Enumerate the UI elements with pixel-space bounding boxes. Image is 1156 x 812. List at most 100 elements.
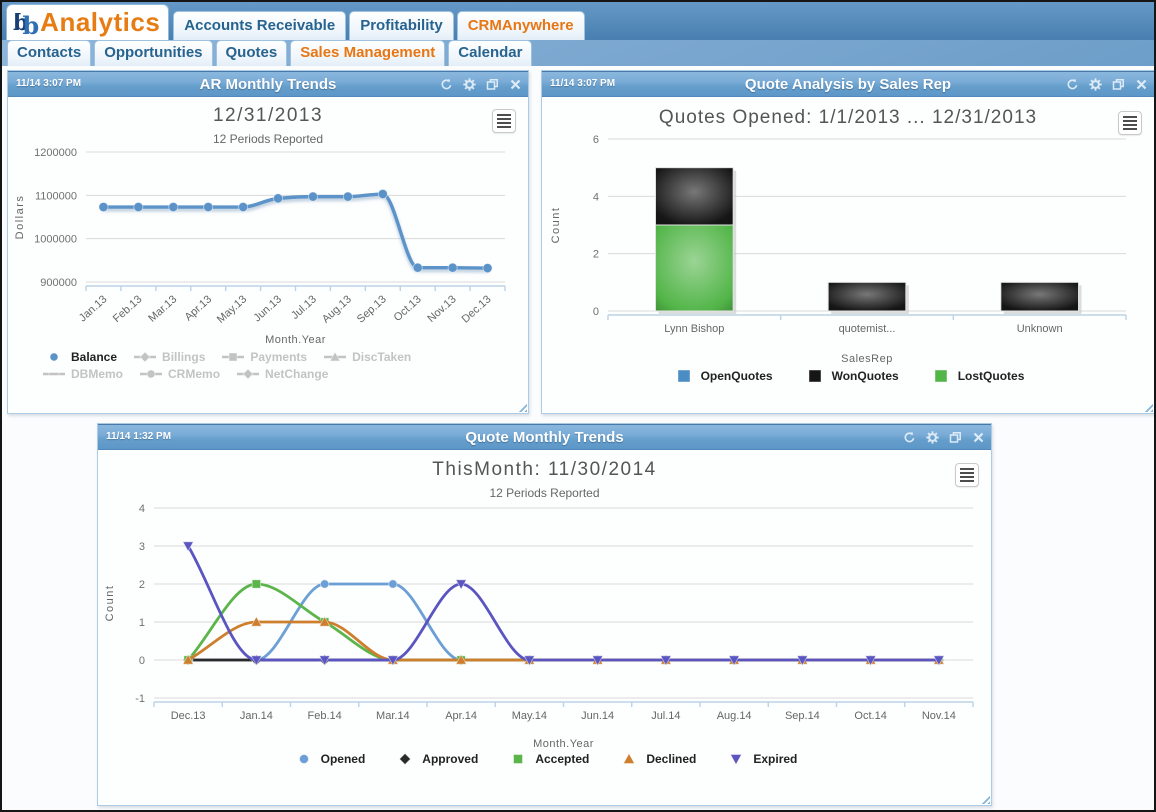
popout-button[interactable]: [1112, 78, 1125, 91]
tab-contacts[interactable]: Contacts: [7, 40, 92, 66]
legend-item-expired[interactable]: Expired: [724, 752, 797, 766]
refresh-icon: [1067, 78, 1078, 90]
chart-subtitle: 12 Periods Reported: [212, 132, 324, 146]
triangle-up-legend-marker-icon: [623, 752, 636, 764]
svg-text:1100000: 1100000: [35, 190, 77, 202]
legend-item-payments[interactable]: Payments: [221, 350, 307, 364]
ar-legend: Balance Billings Payments DiscTaken DBMemo CR…: [42, 350, 494, 381]
svg-text:Oct.13: Oct.13: [392, 293, 424, 324]
close-icon: [510, 79, 521, 90]
chart-menu-button[interactable]: [1118, 111, 1142, 135]
legend-item-lostquotes[interactable]: LostQuotes: [929, 369, 1024, 383]
tab-opportunities[interactable]: Opportunities: [94, 40, 213, 66]
close-button[interactable]: [509, 78, 522, 91]
legend-label: Accepted: [535, 752, 590, 766]
svg-text:3: 3: [139, 541, 145, 553]
logo-text: Analytics: [40, 7, 161, 37]
refresh-button[interactable]: [903, 431, 916, 444]
svg-text:2: 2: [593, 249, 599, 261]
legend-item-crmemo[interactable]: CRMemo: [139, 367, 220, 381]
svg-text:900000: 900000: [40, 277, 77, 289]
svg-text:Feb.14: Feb.14: [308, 710, 342, 722]
svg-text:Oct.14: Oct.14: [854, 710, 886, 722]
legend-item-accepted[interactable]: Accepted: [506, 752, 589, 766]
chart-menu-button[interactable]: [955, 463, 979, 487]
panel-title: Quote Monthly Trends: [465, 429, 624, 446]
close-button[interactable]: [972, 431, 985, 444]
tab-sales-management[interactable]: Sales Management: [290, 40, 446, 66]
legend-item-approved[interactable]: Approved: [393, 752, 478, 766]
svg-text:0: 0: [139, 655, 145, 667]
panel-buttons: [903, 431, 985, 444]
svg-text:Apr.14: Apr.14: [445, 710, 477, 722]
logo[interactable]: db Analytics: [6, 4, 170, 40]
tab-accounts-receivable[interactable]: Accounts Receivable: [173, 11, 347, 40]
legend-item-opened[interactable]: Opened: [292, 752, 366, 766]
legend-label: Opened: [320, 752, 366, 766]
panel-quote-analysis: 11/14 3:07 PM Quote Analysis by Sales Re…: [541, 70, 1154, 414]
resize-grip[interactable]: [516, 401, 527, 412]
panel-buttons: [1066, 78, 1148, 91]
triangle-up-legend-marker-icon: [324, 351, 347, 362]
panel-header: 11/14 1:32 PM Quote Monthly Trends: [98, 424, 991, 450]
settings-button[interactable]: [1089, 78, 1102, 91]
ar-line-chart: 900000100000011000001200000Jan.13 Feb.13 M…: [14, 147, 506, 346]
close-button[interactable]: [1135, 78, 1148, 91]
tab-calendar[interactable]: Calendar: [448, 40, 533, 66]
qa-legend: OpenQuotes WonQuotes LostQuotes: [542, 369, 1154, 383]
popout-button[interactable]: [949, 431, 962, 444]
diamond-legend-marker-icon: [399, 752, 412, 766]
legend-label: Expired: [753, 752, 798, 766]
panel-header: 11/14 3:07 PM Quote Analysis by Sales Re…: [542, 71, 1154, 97]
popout-icon: [949, 432, 961, 443]
square-legend-marker-icon: [934, 369, 948, 383]
settings-icon: [463, 78, 476, 91]
refresh-button[interactable]: [1066, 78, 1079, 91]
svg-text:Sep.13: Sep.13: [355, 293, 389, 325]
legend-item-netchange[interactable]: NetChange: [236, 367, 328, 381]
svg-text:May.13: May.13: [215, 293, 249, 326]
refresh-button[interactable]: [440, 78, 453, 91]
legend-label: NetChange: [265, 367, 329, 381]
tab-profitability[interactable]: Profitability: [349, 11, 454, 40]
svg-text:SalesRep: SalesRep: [841, 353, 893, 365]
chart-menu-button[interactable]: [492, 109, 516, 133]
svg-text:Jan.13: Jan.13: [77, 293, 110, 324]
legend-label: DBMemo: [71, 367, 124, 381]
svg-text:Sep.14: Sep.14: [785, 710, 820, 722]
resize-grip[interactable]: [979, 793, 990, 804]
legend-item-billings[interactable]: Billings: [133, 350, 205, 364]
legend-item-disctaken[interactable]: DiscTaken: [323, 350, 411, 364]
qa-bar-chart: 0 2 4 6 Lynn Bishop quotemist... Unknown SalesR…: [550, 134, 1127, 365]
tab-crmanywhere[interactable]: CRMAnywhere: [456, 11, 585, 40]
panel-header: 11/14 3:07 PM AR Monthly Trends: [8, 71, 528, 97]
dashboard-page: db Analytics Accounts Receivable Profita…: [0, 0, 1156, 812]
legend-item-declined[interactable]: Declined: [617, 752, 696, 766]
svg-text:1200000: 1200000: [34, 147, 77, 159]
legend-label: Declined: [646, 752, 697, 766]
square-legend-marker-icon: [513, 754, 524, 764]
svg-text:Nov.14: Nov.14: [922, 710, 956, 722]
diamond-legend-marker-icon: [134, 351, 157, 363]
dash-legend-marker-icon: [43, 372, 65, 376]
svg-text:Unknown: Unknown: [1017, 323, 1063, 335]
resize-grip[interactable]: [1142, 401, 1153, 412]
popout-button[interactable]: [486, 78, 499, 91]
legend-item-dbmemo[interactable]: DBMemo: [42, 367, 123, 381]
square-legend-marker-icon: [677, 369, 690, 383]
settings-button[interactable]: [463, 78, 476, 91]
qmt-line-chart: -1 0 1 2 3 4 Dec.13 Jan.14 Feb.14 Mar.14 Apr.14 May…: [104, 503, 974, 750]
svg-text:quotemist...: quotemist...: [839, 323, 896, 335]
svg-text:Count: Count: [104, 585, 116, 622]
legend-label: Approved: [422, 752, 479, 766]
legend-label: CRMemo: [168, 367, 221, 381]
legend-item-openquotes[interactable]: OpenQuotes: [672, 369, 773, 383]
legend-item-balance[interactable]: Balance: [42, 350, 117, 364]
legend-item-wonquotes[interactable]: WonQuotes: [803, 369, 899, 383]
svg-text:1000000: 1000000: [34, 234, 77, 246]
tab-quotes[interactable]: Quotes: [215, 40, 288, 66]
settings-button[interactable]: [926, 431, 939, 444]
svg-text:Month.Year: Month.Year: [533, 738, 594, 750]
legend-label: Billings: [162, 350, 206, 364]
chart-title: Quotes Opened: 1/1/2013 ... 12/31/2013: [658, 107, 1038, 128]
